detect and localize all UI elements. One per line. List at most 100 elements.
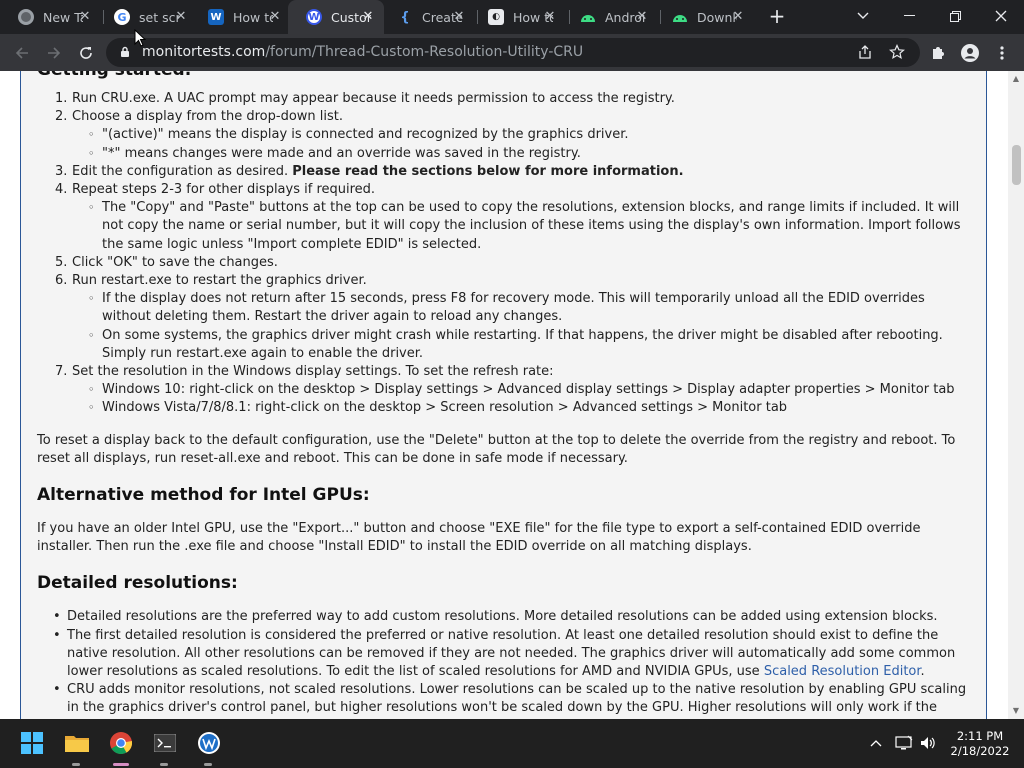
app-taskbar-button[interactable] bbox=[197, 731, 221, 755]
intel-paragraph: If you have an older Intel GPU, use the … bbox=[37, 521, 921, 555]
browser-toolbar: monitortests.com/forum/Thread-Custom-Res… bbox=[0, 34, 1024, 71]
running-indicator bbox=[160, 763, 168, 766]
wordpress-icon bbox=[198, 732, 220, 754]
show-hidden-icons-button[interactable] bbox=[864, 731, 888, 755]
article: Getting started: 1.Run CRU.exe. A UAC pr… bbox=[37, 71, 977, 718]
sub-list-item: If the display does not return after 15 … bbox=[37, 290, 977, 326]
tab-custom-resolution[interactable]: W Custom ✕ bbox=[288, 0, 384, 34]
restore-icon bbox=[949, 10, 961, 22]
list-item: 6. Run restart.exe to restart the graphic… bbox=[55, 273, 367, 289]
wikihow-icon: W bbox=[208, 9, 224, 25]
list-item: 4. Repeat steps 2-3 for other displays if… bbox=[55, 182, 376, 198]
running-indicator bbox=[204, 763, 212, 766]
arrow-right-icon bbox=[48, 47, 61, 59]
code-icon: { bbox=[400, 9, 410, 25]
list-item: 2. Choose a display from the drop-down li… bbox=[55, 109, 344, 125]
bookmark-star-icon[interactable] bbox=[889, 44, 905, 60]
chevron-up-icon bbox=[870, 740, 882, 747]
tab-search-button[interactable] bbox=[840, 0, 886, 32]
chrome-taskbar-button[interactable] bbox=[109, 731, 133, 755]
page-scrollbar[interactable]: ▲ ▼ bbox=[1008, 71, 1024, 719]
back-button[interactable] bbox=[9, 40, 35, 66]
file-explorer-button[interactable] bbox=[65, 731, 89, 755]
forward-button[interactable] bbox=[41, 40, 67, 66]
scrollbar-thumb[interactable] bbox=[1012, 145, 1021, 185]
network-icon bbox=[895, 735, 913, 750]
menu-button[interactable] bbox=[989, 40, 1015, 66]
reload-button[interactable] bbox=[73, 40, 99, 66]
terminal-icon bbox=[154, 734, 176, 752]
puzzle-icon bbox=[933, 47, 944, 59]
speaker-icon bbox=[921, 737, 935, 749]
clock[interactable]: 2:11 PM 2/18/2022 bbox=[950, 729, 1010, 759]
list-item: 5. Click "OK" to save the changes. bbox=[55, 254, 278, 270]
tab-download[interactable]: Download ✕ bbox=[654, 0, 754, 34]
start-button[interactable] bbox=[20, 731, 44, 755]
avatar-icon bbox=[961, 44, 979, 62]
close-icon[interactable]: ✕ bbox=[267, 9, 283, 25]
scaled-resolution-editor-link[interactable]: Scaled Resolution Editor bbox=[764, 664, 921, 679]
share-icon[interactable] bbox=[857, 44, 873, 60]
clock-date: 2/18/2022 bbox=[950, 744, 1010, 758]
close-window-button[interactable] bbox=[978, 0, 1024, 32]
reload-icon bbox=[80, 47, 92, 59]
site-icon: ◐ bbox=[488, 9, 504, 25]
section-heading-getting-started: Getting started: bbox=[37, 71, 977, 81]
windows-taskbar: 2:11 PM 2/18/2022 bbox=[0, 719, 1024, 768]
clock-time: 2:11 PM bbox=[956, 729, 1004, 743]
scroll-down-arrow-icon[interactable]: ▼ bbox=[1012, 707, 1020, 715]
close-icon[interactable]: ✕ bbox=[173, 9, 189, 25]
sub-list-item: The "Copy" and "Paste" buttons at the to… bbox=[37, 199, 977, 254]
terminal-button[interactable] bbox=[153, 731, 177, 755]
tab-android[interactable]: Android ✕ bbox=[562, 0, 658, 34]
chrome-icon bbox=[110, 732, 132, 754]
tab-wikihow[interactable]: W How to ✕ bbox=[190, 0, 291, 34]
windows-logo-icon bbox=[21, 732, 43, 754]
profile-button[interactable] bbox=[957, 40, 983, 66]
sub-list-item: Windows 10: right-click on the desktop >… bbox=[37, 381, 977, 399]
lock-icon[interactable] bbox=[120, 46, 130, 58]
sub-list-item: On some systems, the graphics driver mig… bbox=[37, 327, 977, 363]
close-icon[interactable]: ✕ bbox=[730, 9, 746, 25]
list-item: The first detailed resolution is conside… bbox=[37, 627, 977, 682]
tab-how-to[interactable]: ◐ How to ✕ bbox=[470, 0, 566, 34]
list-item: 7. Set the resolution in the Windows disp… bbox=[55, 364, 554, 380]
chrome-icon bbox=[18, 9, 34, 25]
sub-list-item: Windows Vista/7/8/8.1: right-click on th… bbox=[37, 399, 977, 417]
close-icon[interactable]: ✕ bbox=[451, 9, 467, 25]
android-icon bbox=[672, 9, 688, 25]
folder-icon bbox=[65, 736, 89, 752]
volume-button[interactable] bbox=[916, 731, 940, 755]
close-icon[interactable]: ✕ bbox=[634, 9, 650, 25]
tab-strip: New Tab ✕ G set screen ✕ W How to ✕ W Cu… bbox=[0, 0, 1024, 34]
url-path: /forum/Thread-Custom-Resolution-Utility-… bbox=[265, 44, 584, 60]
scroll-up-arrow-icon[interactable]: ▲ bbox=[1012, 75, 1020, 83]
tab-create[interactable]: { Create ✕ bbox=[379, 0, 475, 34]
tab-google-search[interactable]: G set screen ✕ bbox=[96, 0, 197, 34]
new-tab-button[interactable]: + bbox=[767, 6, 787, 27]
network-button[interactable] bbox=[892, 731, 916, 755]
address-bar[interactable]: monitortests.com/forum/Thread-Custom-Res… bbox=[106, 38, 920, 67]
sub-list-item: "*" means changes were made and an overr… bbox=[37, 145, 977, 163]
url-domain: monitortests.com bbox=[142, 44, 266, 60]
arrow-left-icon bbox=[15, 47, 28, 59]
wordpress-icon: W bbox=[306, 9, 322, 25]
reset-paragraph: To reset a display back to the default c… bbox=[37, 432, 956, 466]
list-item: 3. Edit the configuration as desired. Ple… bbox=[55, 163, 684, 179]
list-item: CRU adds monitor resolutions, not scaled… bbox=[37, 681, 977, 717]
extensions-button[interactable] bbox=[925, 40, 951, 66]
more-vertical-icon bbox=[1000, 46, 1004, 60]
close-icon[interactable]: ✕ bbox=[77, 9, 93, 25]
close-icon[interactable]: ✕ bbox=[542, 9, 558, 25]
running-indicator bbox=[72, 763, 80, 766]
active-indicator bbox=[113, 763, 129, 766]
section-heading-intel: Alternative method for Intel GPUs: bbox=[37, 485, 370, 506]
close-icon bbox=[995, 10, 1007, 22]
tab-new-tab[interactable]: New Tab ✕ bbox=[0, 0, 101, 34]
list-item: Detailed resolutions are the preferred w… bbox=[37, 608, 977, 626]
section-heading-detailed-resolutions: Detailed resolutions: bbox=[37, 573, 238, 594]
close-icon[interactable]: ✕ bbox=[360, 9, 376, 25]
url-text[interactable]: monitortests.com/forum/Thread-Custom-Res… bbox=[142, 44, 583, 60]
minimize-button[interactable] bbox=[886, 0, 932, 32]
restore-button[interactable] bbox=[932, 0, 978, 32]
